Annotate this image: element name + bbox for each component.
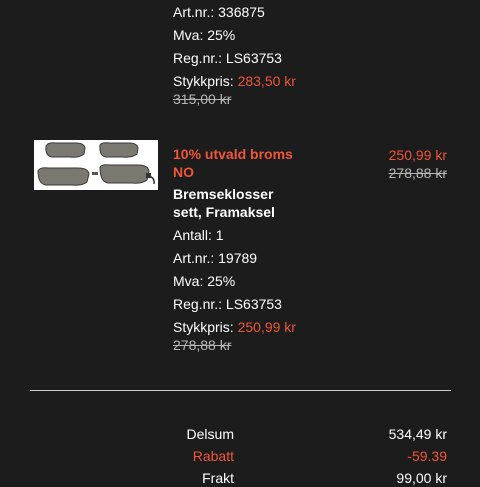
summary-divider	[30, 390, 451, 391]
item2-name-line1[interactable]: Bremseklosser	[173, 185, 273, 203]
item2-quantity: Antall: 1	[173, 227, 224, 243]
discount-value: -59.39	[407, 448, 447, 464]
item2-promo-line2: NO	[173, 164, 194, 180]
subtotal-label: Delsum	[186, 426, 234, 442]
item2-promo-line1: 10% utvald broms	[173, 146, 293, 162]
item1-unit-price: Stykkpris: 283,50 kr	[173, 72, 296, 90]
item1-unit-price-value: 283,50 kr	[237, 73, 296, 89]
discount-label: Rabatt	[192, 448, 234, 464]
item2-price: 250,99 kr	[388, 147, 447, 163]
item2-price-old: 278,88 kr	[388, 165, 447, 181]
item1-mva: Mva: 25%	[173, 27, 236, 43]
item2-unit-price-label: Stykkpris:	[173, 319, 234, 335]
subtotal-value: 534,49 kr	[388, 426, 447, 442]
item2-unit-price-value: 250,99 kr	[237, 319, 296, 335]
item2-unit-price: Stykkpris: 250,99 kr	[173, 318, 296, 336]
item2-art-number: Art.nr.: 19789	[173, 250, 258, 266]
shipping-value: 99,00 kr	[396, 470, 447, 486]
brake-pads-image[interactable]	[34, 140, 158, 190]
brake-pads-illustration	[34, 140, 158, 190]
item1-art-number: Art.nr.: 336875	[173, 4, 265, 20]
item2-name-line2[interactable]: sett, Framaksel	[173, 203, 275, 221]
item2-reg-number: Reg.nr.: LS63753	[173, 296, 282, 312]
item1-unit-price-label: Stykkpris:	[173, 73, 234, 89]
item1-unit-price-old: 315,00 kr	[173, 91, 232, 107]
shipping-label: Frakt	[202, 470, 234, 486]
item2-mva: Mva: 25%	[173, 273, 236, 289]
item2-unit-price-old: 278,88 kr	[173, 337, 232, 353]
item1-reg-number: Reg.nr.: LS63753	[173, 50, 282, 66]
